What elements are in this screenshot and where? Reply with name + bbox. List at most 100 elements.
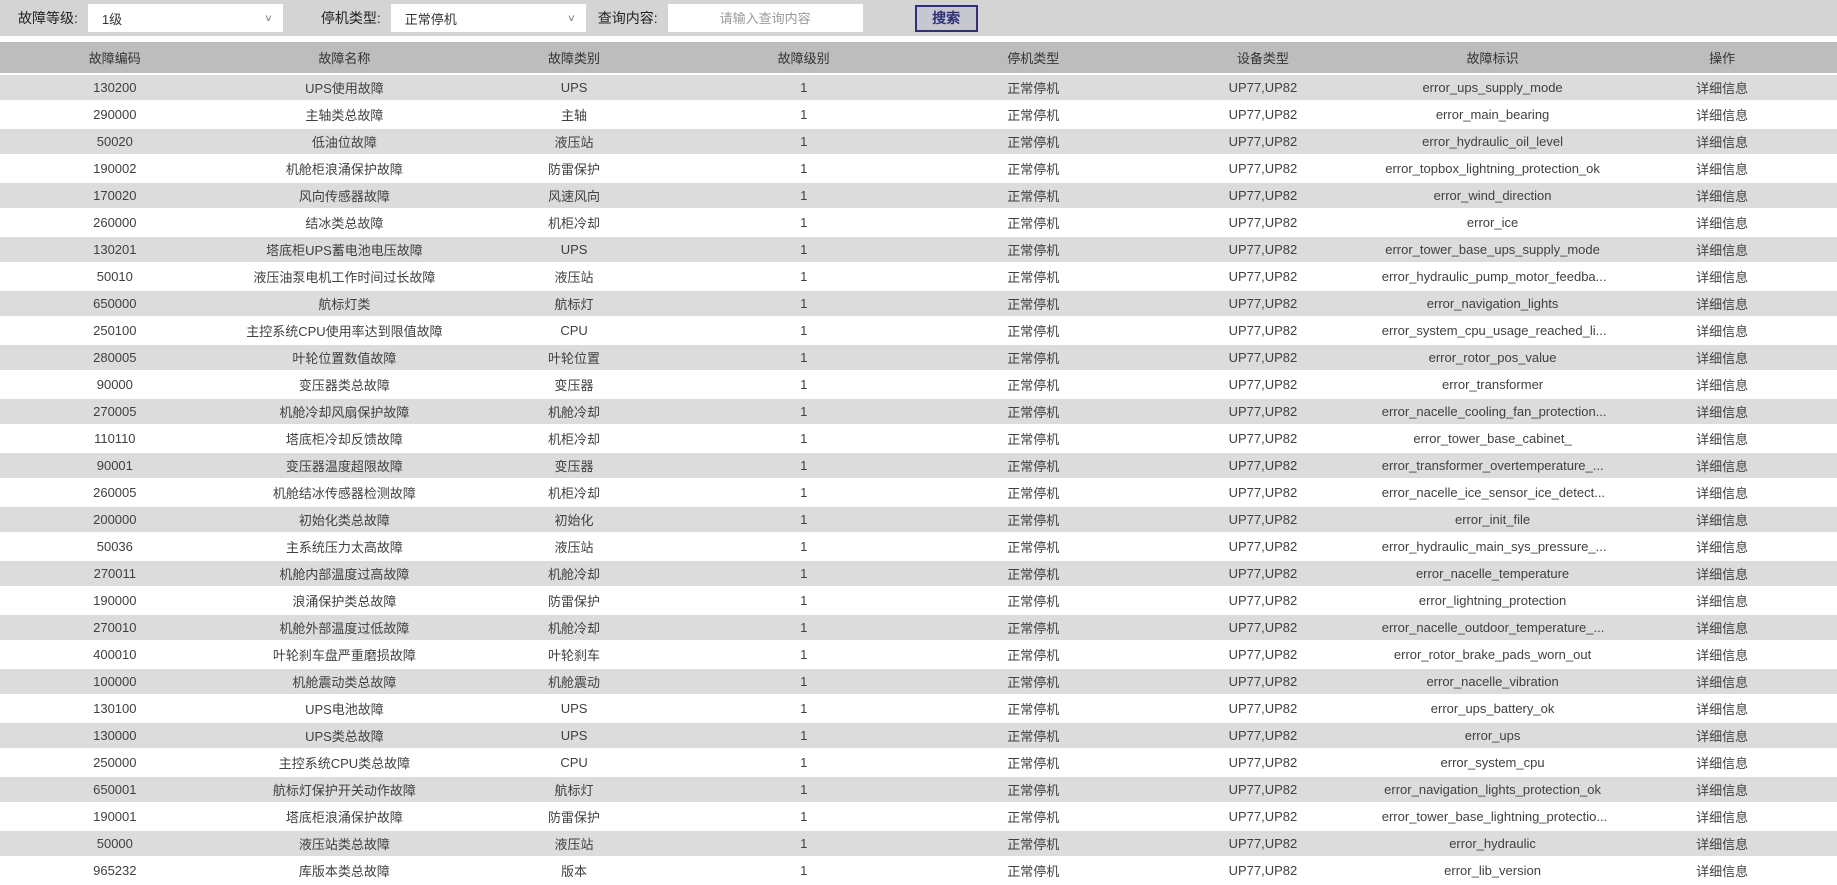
fault-level-cell: 1 (689, 101, 919, 128)
column-header-2: 故障类别 (459, 42, 689, 74)
detail-link[interactable]: 详细信息 (1696, 243, 1748, 258)
detail-link[interactable]: 详细信息 (1696, 405, 1748, 420)
stop-type-cell: 正常停机 (919, 371, 1149, 398)
fault-category-cell: 变压器 (459, 452, 689, 479)
fault-level-cell: 1 (689, 803, 919, 830)
fault-level-cell: 1 (689, 479, 919, 506)
fault-level-cell: 1 (689, 344, 919, 371)
detail-link[interactable]: 详细信息 (1696, 324, 1748, 339)
device-type-cell: UP77,UP82 (1148, 344, 1378, 371)
detail-link[interactable]: 详细信息 (1696, 513, 1748, 528)
device-type-cell: UP77,UP82 (1148, 722, 1378, 749)
detail-link[interactable]: 详细信息 (1696, 837, 1748, 852)
detail-link[interactable]: 详细信息 (1696, 162, 1748, 177)
fault-level-cell: 1 (689, 317, 919, 344)
action-cell: 详细信息 (1607, 506, 1837, 533)
detail-link[interactable]: 详细信息 (1696, 567, 1748, 582)
error-id-cell: error_transformer_overtemperature_... (1378, 452, 1608, 479)
fault-level-select[interactable]: 1级 ∨ (88, 4, 283, 32)
fault-code-cell: 190002 (0, 155, 230, 182)
stop-type-cell: 正常停机 (919, 614, 1149, 641)
detail-link[interactable]: 详细信息 (1696, 297, 1748, 312)
action-cell: 详细信息 (1607, 587, 1837, 614)
fault-level-cell: 1 (689, 371, 919, 398)
detail-link[interactable]: 详细信息 (1696, 135, 1748, 150)
device-type-cell: UP77,UP82 (1148, 398, 1378, 425)
table-row: 200000初始化类总故障初始化1正常停机UP77,UP82error_init… (0, 506, 1837, 533)
table-row: 650001航标灯保护开关动作故障航标灯1正常停机UP77,UP82error_… (0, 776, 1837, 803)
error-id-cell: error_rotor_pos_value (1378, 344, 1608, 371)
fault-level-cell: 1 (689, 857, 919, 884)
fault-level-cell: 1 (689, 830, 919, 857)
fault-category-cell: 机舱冷却 (459, 560, 689, 587)
fault-category-cell: 初始化 (459, 506, 689, 533)
detail-link[interactable]: 详细信息 (1696, 351, 1748, 366)
fault-code-cell: 50036 (0, 533, 230, 560)
detail-link[interactable]: 详细信息 (1696, 270, 1748, 285)
column-header-0: 故障编码 (0, 42, 230, 74)
table-row: 250100主控系统CPU使用率达到限值故障CPU1正常停机UP77,UP82e… (0, 317, 1837, 344)
fault-name-cell: 变压器温度超限故障 (230, 452, 460, 479)
stop-type-cell: 正常停机 (919, 263, 1149, 290)
detail-link[interactable]: 详细信息 (1696, 432, 1748, 447)
fault-name-cell: 浪涌保护类总故障 (230, 587, 460, 614)
detail-link[interactable]: 详细信息 (1696, 108, 1748, 123)
fault-category-cell: 风速风向 (459, 182, 689, 209)
fault-category-cell: CPU (459, 317, 689, 344)
chevron-down-icon: ∨ (264, 12, 273, 23)
table-header-row: 故障编码故障名称故障类别故障级别停机类型设备类型故障标识操作 (0, 42, 1837, 74)
fault-category-cell: CPU (459, 749, 689, 776)
fault-level-cell: 1 (689, 128, 919, 155)
detail-link[interactable]: 详细信息 (1696, 729, 1748, 744)
detail-link[interactable]: 详细信息 (1696, 540, 1748, 555)
error-id-cell: error_ice (1378, 209, 1608, 236)
fault-level-cell: 1 (689, 749, 919, 776)
error-id-cell: error_main_bearing (1378, 101, 1608, 128)
detail-link[interactable]: 详细信息 (1696, 216, 1748, 231)
stop-type-cell: 正常停机 (919, 641, 1149, 668)
table-row: 270011机舱内部温度过高故障机舱冷却1正常停机UP77,UP82error_… (0, 560, 1837, 587)
detail-link[interactable]: 详细信息 (1696, 486, 1748, 501)
table-row: 50000液压站类总故障液压站1正常停机UP77,UP82error_hydra… (0, 830, 1837, 857)
stop-type-cell: 正常停机 (919, 587, 1149, 614)
stop-type-cell: 正常停机 (919, 830, 1149, 857)
fault-name-cell: UPS电池故障 (230, 695, 460, 722)
fault-name-cell: 塔底柜浪涌保护故障 (230, 803, 460, 830)
stop-type-label: 停机类型: (321, 8, 381, 28)
error-id-cell: error_hydraulic (1378, 830, 1608, 857)
detail-link[interactable]: 详细信息 (1696, 756, 1748, 771)
fault-category-cell: 机柜冷却 (459, 425, 689, 452)
detail-link[interactable]: 详细信息 (1696, 621, 1748, 636)
fault-level-value: 1级 (102, 9, 122, 28)
column-header-5: 设备类型 (1148, 42, 1378, 74)
fault-level-cell: 1 (689, 209, 919, 236)
fault-level-cell: 1 (689, 182, 919, 209)
stop-type-select[interactable]: 正常停机 ∨ (391, 4, 586, 32)
fault-code-cell: 170020 (0, 182, 230, 209)
fault-level-cell: 1 (689, 776, 919, 803)
fault-code-cell: 50020 (0, 128, 230, 155)
detail-link[interactable]: 详细信息 (1696, 189, 1748, 204)
fault-name-cell: 主系统压力太高故障 (230, 533, 460, 560)
device-type-cell: UP77,UP82 (1148, 803, 1378, 830)
detail-link[interactable]: 详细信息 (1696, 378, 1748, 393)
detail-link[interactable]: 详细信息 (1696, 783, 1748, 798)
search-button[interactable]: 搜索 (915, 5, 978, 32)
error-id-cell: error_system_cpu_usage_reached_li... (1378, 317, 1608, 344)
device-type-cell: UP77,UP82 (1148, 776, 1378, 803)
fault-category-cell: 机舱冷却 (459, 398, 689, 425)
detail-link[interactable]: 详细信息 (1696, 459, 1748, 474)
fault-category-cell: 机柜冷却 (459, 479, 689, 506)
detail-link[interactable]: 详细信息 (1696, 675, 1748, 690)
fault-name-cell: 塔底柜UPS蓄电池电压故障 (230, 236, 460, 263)
detail-link[interactable]: 详细信息 (1696, 81, 1748, 96)
detail-link[interactable]: 详细信息 (1696, 864, 1748, 879)
detail-link[interactable]: 详细信息 (1696, 594, 1748, 609)
detail-link[interactable]: 详细信息 (1696, 810, 1748, 825)
fault-category-cell: UPS (459, 695, 689, 722)
fault-code-cell: 290000 (0, 101, 230, 128)
detail-link[interactable]: 详细信息 (1696, 702, 1748, 717)
error-id-cell: error_wind_direction (1378, 182, 1608, 209)
detail-link[interactable]: 详细信息 (1696, 648, 1748, 663)
query-input[interactable] (668, 4, 863, 32)
